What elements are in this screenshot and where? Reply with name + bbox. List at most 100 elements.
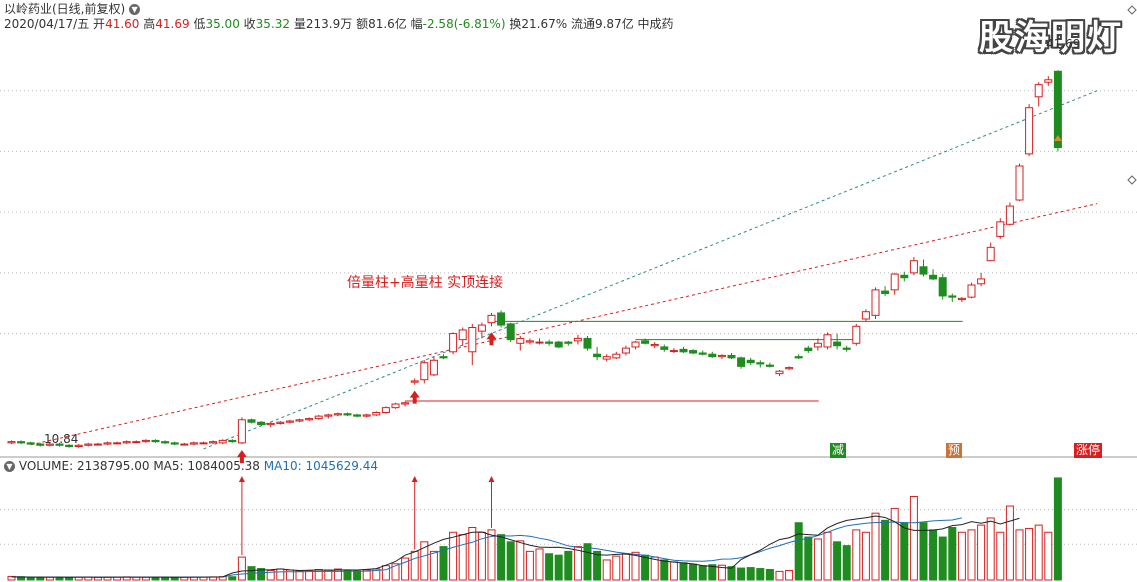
volume-bar xyxy=(449,531,458,581)
diamond-icon xyxy=(1127,5,1137,15)
volume-bar xyxy=(737,567,746,581)
candle-body xyxy=(401,402,410,405)
volume-bar xyxy=(1044,531,1053,581)
candle-body xyxy=(209,441,218,444)
volume-bar xyxy=(621,553,630,581)
low-price-label: 10.84 xyxy=(44,432,79,446)
close-value: 35.32 xyxy=(255,17,291,31)
trendline xyxy=(203,90,1098,450)
candle-body xyxy=(276,421,285,424)
chevron-down-icon[interactable]: ▼ xyxy=(129,4,141,15)
candle-body xyxy=(698,352,707,355)
candle-body xyxy=(708,353,717,358)
candle-body xyxy=(17,441,26,444)
volume-bar xyxy=(689,563,698,581)
volume-bar xyxy=(295,570,304,581)
volume-bar xyxy=(612,555,621,581)
candle-body xyxy=(593,353,602,358)
volume-bar xyxy=(900,522,909,581)
volume-bar xyxy=(410,550,419,581)
candle-body xyxy=(756,362,765,365)
candlestick-chart[interactable] xyxy=(0,0,1137,582)
candle-body xyxy=(977,278,986,285)
volume-bar xyxy=(794,522,803,581)
volume-bar xyxy=(977,524,986,581)
candle-body xyxy=(429,359,438,376)
candle-body xyxy=(477,324,486,332)
volume-bar xyxy=(890,507,899,581)
candle-body xyxy=(957,297,966,301)
marker-zhangting[interactable]: 涨停 xyxy=(1074,443,1103,458)
candle-body xyxy=(775,370,784,375)
candle-body xyxy=(842,347,851,350)
volume-bar xyxy=(1025,527,1034,581)
volume-bar xyxy=(929,529,938,581)
title-text: 以岭药业(日线,前复权) xyxy=(4,2,126,16)
volume-bar xyxy=(151,576,160,581)
candle-body xyxy=(487,314,496,324)
volume-bar xyxy=(660,559,669,581)
volume-bar xyxy=(573,546,582,581)
candle-body xyxy=(333,413,342,416)
candle-body xyxy=(986,246,995,262)
volume-bar xyxy=(669,561,678,581)
volume-bar xyxy=(957,531,966,581)
volume-bar xyxy=(909,495,918,581)
candle-body xyxy=(170,442,179,445)
volume-info: ▼ VOLUME: 2138795.00 MA5: 1084005.38 MA1… xyxy=(4,459,378,474)
candle-body xyxy=(113,442,122,445)
candle-body xyxy=(353,414,362,417)
candle-body xyxy=(497,312,506,326)
volume-bar xyxy=(756,568,765,581)
candle-body xyxy=(1015,165,1024,201)
volume-bars xyxy=(7,477,1062,581)
candle-body xyxy=(132,441,141,444)
expand-icon[interactable]: ▼ xyxy=(4,461,15,472)
candle-body xyxy=(612,353,621,359)
marker-jian[interactable]: 减 xyxy=(830,443,847,458)
volume-value: 213.9万 xyxy=(305,17,353,31)
candle-body xyxy=(679,348,688,353)
candle-body xyxy=(804,347,813,352)
candle-body xyxy=(890,273,899,291)
volume-bar xyxy=(564,550,573,581)
volume-bar xyxy=(698,565,707,581)
candle-body xyxy=(602,356,611,360)
volume-bar xyxy=(468,527,477,581)
marker-yu[interactable]: 预 xyxy=(946,443,963,458)
candle-body xyxy=(929,274,938,280)
volume-bar xyxy=(938,536,947,581)
stock-title[interactable]: 以岭药业(日线,前复权) ▼ xyxy=(4,2,141,17)
candle-body xyxy=(765,364,774,367)
candle-body xyxy=(381,407,390,413)
volume-bar xyxy=(986,517,995,581)
candle-body xyxy=(583,337,592,349)
volume-bar xyxy=(852,529,861,581)
candle-body xyxy=(948,295,957,298)
candle-body xyxy=(151,439,160,443)
candle-body xyxy=(545,341,554,344)
candle-body xyxy=(813,342,822,348)
candle-body xyxy=(420,362,429,381)
volume-bar xyxy=(602,559,611,581)
volume-bar xyxy=(593,550,602,581)
candle-body xyxy=(669,350,678,353)
candle-body xyxy=(823,334,832,348)
candle-body xyxy=(900,274,909,279)
trendline xyxy=(30,203,1098,446)
candle-body xyxy=(641,340,650,344)
volume-bar xyxy=(813,538,822,581)
candle-body xyxy=(554,341,563,348)
candle-body xyxy=(458,329,467,341)
volume-bar xyxy=(785,569,794,581)
high-value: 41.69 xyxy=(155,17,190,31)
candle-body xyxy=(362,414,371,417)
candle-body xyxy=(180,443,189,446)
candle-body xyxy=(881,290,890,295)
candles xyxy=(7,70,1062,448)
open-value: 41.60 xyxy=(105,17,140,31)
candle-body xyxy=(285,420,294,423)
candle-body xyxy=(996,221,1005,237)
candle-body xyxy=(247,419,256,423)
trendlines xyxy=(30,90,1098,450)
